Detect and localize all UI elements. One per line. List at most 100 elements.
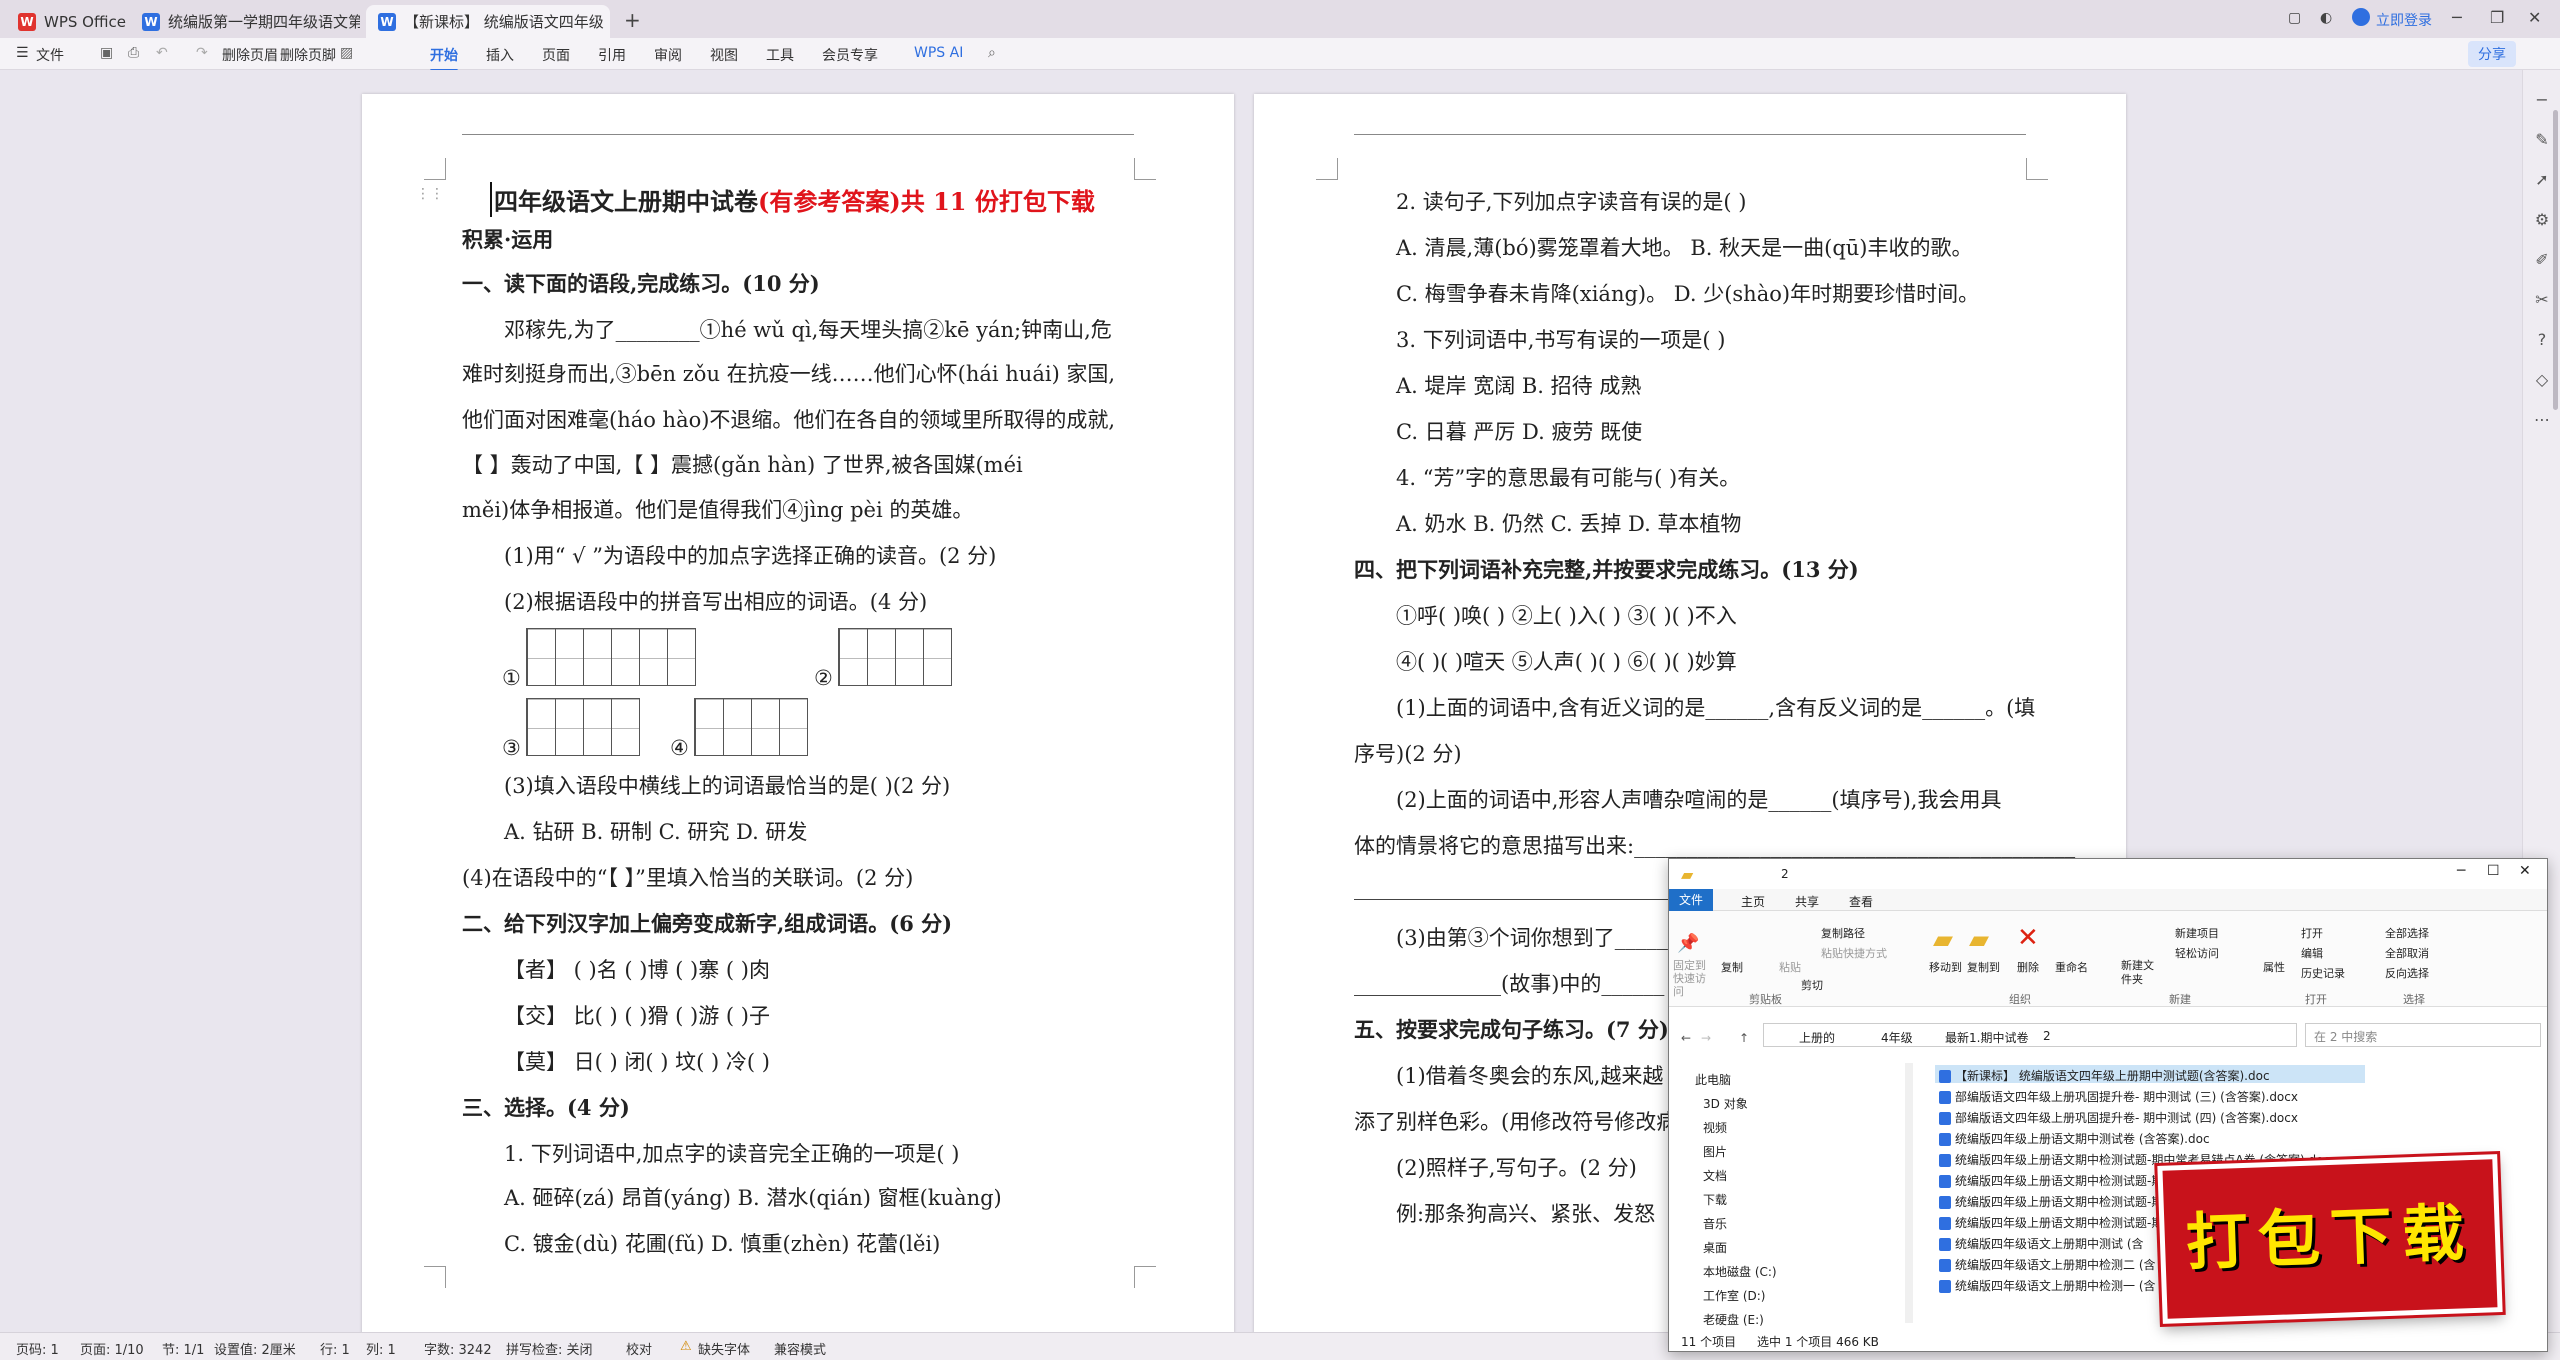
tab-page[interactable]: 页面 xyxy=(542,45,570,65)
close-window-icon[interactable]: ✕ xyxy=(2528,8,2541,27)
rename-button[interactable]: 重命名 xyxy=(2055,959,2088,975)
tab-view[interactable]: 视图 xyxy=(710,45,738,65)
file-item[interactable]: 统编版四年级语文上册期中检测一 (含 xyxy=(1939,1277,2156,1294)
nav-downloads[interactable]: 下载 xyxy=(1703,1191,1727,1208)
select-none-button[interactable]: 全部取消 xyxy=(2385,945,2429,961)
breadcrumb-1[interactable]: 上册的 xyxy=(1799,1029,1835,1046)
history-button[interactable]: 历史记录 xyxy=(2301,965,2345,981)
proofread-button[interactable]: 校对 xyxy=(626,1339,652,1358)
scrollbar[interactable] xyxy=(2553,110,2558,410)
missing-font-button[interactable]: 缺失字体 xyxy=(698,1339,750,1358)
easy-access-button[interactable]: 轻松访问 xyxy=(2175,945,2219,961)
file-item[interactable]: 统编版四年级语文上册期中检测二 (含 xyxy=(1939,1256,2156,1273)
plugin-icon[interactable]: ◇ xyxy=(2532,370,2552,390)
edit-button[interactable]: 编辑 xyxy=(2301,945,2323,961)
file-item[interactable]: 统编版四年级上册语文期中测试卷 (含答案).doc xyxy=(1939,1130,2210,1147)
file-item[interactable]: 【新课标】 统编版语文四年级上册期中测试题(含答案).doc xyxy=(1939,1067,2270,1084)
download-promo-badge[interactable]: 打包下载 xyxy=(2157,1154,2503,1324)
copy-to-button[interactable]: 复制到 xyxy=(1967,959,2000,975)
tab-share[interactable]: 共享 xyxy=(1795,893,1819,910)
drag-handle-icon[interactable]: ⋮⋮ xyxy=(416,186,444,202)
nav-this-pc[interactable]: 此电脑 xyxy=(1695,1071,1731,1088)
pen-icon[interactable]: ✎ xyxy=(2532,130,2552,150)
breadcrumb-4[interactable]: 2 xyxy=(2043,1029,2051,1043)
nav-desktop[interactable]: 桌面 xyxy=(1703,1239,1727,1256)
search-icon[interactable]: ⌕ xyxy=(988,45,996,61)
tab-view[interactable]: 查看 xyxy=(1849,893,1873,910)
nav-videos[interactable]: 视频 xyxy=(1703,1119,1727,1136)
status-section[interactable]: 节: 1/1 xyxy=(162,1339,204,1358)
tab-home[interactable]: 开始 xyxy=(430,45,458,72)
cursor-icon[interactable]: ➚ xyxy=(2532,170,2552,190)
skin-icon[interactable]: ◐ xyxy=(2320,10,2332,26)
tab-wps-office[interactable]: W WPS Office xyxy=(6,5,126,38)
delete-footer-button[interactable]: 删除页脚 xyxy=(280,45,336,65)
tools-icon[interactable]: ✂ xyxy=(2532,290,2552,310)
file-menu[interactable]: 文件 xyxy=(36,45,64,65)
save-icon[interactable]: ▣ xyxy=(100,45,113,61)
open-button[interactable]: 打开 xyxy=(2301,925,2323,941)
document-page-1[interactable]: ⋮⋮ 四年级语文上册期中试卷(有参考答案)共 11 份打包下载 积累·运用 一、… xyxy=(362,94,1234,1334)
nav-drive-e[interactable]: 老硬盘 (E:) xyxy=(1703,1311,1764,1328)
print-icon[interactable]: ⎙ xyxy=(128,45,139,61)
invert-selection-button[interactable]: 反向选择 xyxy=(2385,965,2429,981)
file-item[interactable]: 统编版四年级语文上册期中测试 (含 xyxy=(1939,1235,2144,1252)
paste-button[interactable]: 粘贴 xyxy=(1779,959,1801,975)
avatar[interactable] xyxy=(2352,8,2370,26)
status-page-number[interactable]: 页码: 1 xyxy=(16,1339,59,1358)
maximize-icon[interactable]: ☐ xyxy=(2487,863,2500,879)
tab-member[interactable]: 会员专享 xyxy=(822,45,878,65)
up-icon[interactable]: ↑ xyxy=(1739,1031,1749,1045)
compat-mode[interactable]: 兼容模式 xyxy=(774,1339,826,1358)
restore-icon[interactable]: ❐ xyxy=(2490,8,2504,27)
wps-ai-button[interactable]: WPS AI xyxy=(914,45,963,61)
share-button[interactable]: 分享 xyxy=(2468,41,2516,67)
document-title[interactable]: 四年级语文上册期中试卷(有参考答案)共 11 份打包下载 xyxy=(490,182,1095,217)
nav-drive-c[interactable]: 本地磁盘 (C:) xyxy=(1703,1263,1777,1280)
breadcrumb-3[interactable]: 最新1.期中试卷 xyxy=(1945,1029,2028,1046)
search-input[interactable]: 在 2 中搜索 xyxy=(2305,1023,2541,1047)
nav-3d-objects[interactable]: 3D 对象 xyxy=(1703,1095,1748,1112)
move-to-button[interactable]: 移动到 xyxy=(1929,959,1962,975)
select-all-button[interactable]: 全部选择 xyxy=(2385,925,2429,941)
tab-references[interactable]: 引用 xyxy=(598,45,626,65)
cut-button[interactable]: 剪切 xyxy=(1801,977,1823,993)
nav-pictures[interactable]: 图片 xyxy=(1703,1143,1727,1160)
login-link[interactable]: 立即登录 xyxy=(2376,10,2432,30)
tab-insert[interactable]: 插入 xyxy=(486,45,514,65)
minimize-icon[interactable]: ─ xyxy=(2457,863,2465,879)
minimize-icon[interactable]: ─ xyxy=(2452,8,2462,27)
copy-path-button[interactable]: 复制路径 xyxy=(1821,925,1865,941)
layout-icon[interactable]: ▢ xyxy=(2288,10,2301,26)
tab-tools[interactable]: 工具 xyxy=(766,45,794,65)
status-column[interactable]: 列: 1 xyxy=(366,1339,396,1358)
tab-document-1[interactable]: W 统编版第一学期四年级语文第一次月考 xyxy=(130,5,360,38)
nav-scrollbar[interactable] xyxy=(1905,1063,1913,1323)
spell-check-toggle[interactable]: 拼写检查: 关闭 xyxy=(506,1339,593,1358)
tab-document-2[interactable]: W 【新课标】 统编版语文四年级 ✕ xyxy=(366,5,610,38)
redo-icon[interactable]: ↷ xyxy=(196,45,208,61)
tab-review[interactable]: 审阅 xyxy=(654,45,682,65)
more-icon[interactable]: ⋯ xyxy=(2532,410,2552,430)
close-icon[interactable]: ✕ xyxy=(2519,863,2531,879)
new-item-button[interactable]: 新建项目 xyxy=(2175,925,2219,941)
writing-grid-3[interactable] xyxy=(526,698,640,756)
breadcrumb-2[interactable]: 4年级 xyxy=(1881,1029,1913,1046)
writing-grid-4[interactable] xyxy=(694,698,808,756)
edit-icon[interactable]: ✐ xyxy=(2532,250,2552,270)
properties-button[interactable]: 属性 xyxy=(2263,959,2285,975)
image-icon[interactable]: ▨ xyxy=(340,45,353,61)
new-folder-button[interactable]: 新建文件夹 xyxy=(2121,959,2161,987)
copy-button[interactable]: 复制 xyxy=(1721,959,1743,975)
pin-icon[interactable]: 📌 xyxy=(1677,933,1699,954)
nav-drive-d[interactable]: 工作室 (D:) xyxy=(1703,1287,1765,1304)
address-bar[interactable] xyxy=(1763,1023,2297,1047)
paste-shortcut-button[interactable]: 粘贴快捷方式 xyxy=(1821,945,1887,961)
status-setting[interactable]: 设置值: 2厘米 xyxy=(214,1339,296,1358)
new-tab-button[interactable]: + xyxy=(624,8,641,32)
back-icon[interactable]: ← xyxy=(1681,1031,1691,1045)
status-pages[interactable]: 页面: 1/10 xyxy=(80,1339,144,1358)
pin-quick-access-button[interactable]: 固定到快速访问 xyxy=(1673,959,1713,998)
status-row[interactable]: 行: 1 xyxy=(320,1339,350,1358)
nav-documents[interactable]: 文档 xyxy=(1703,1167,1727,1184)
